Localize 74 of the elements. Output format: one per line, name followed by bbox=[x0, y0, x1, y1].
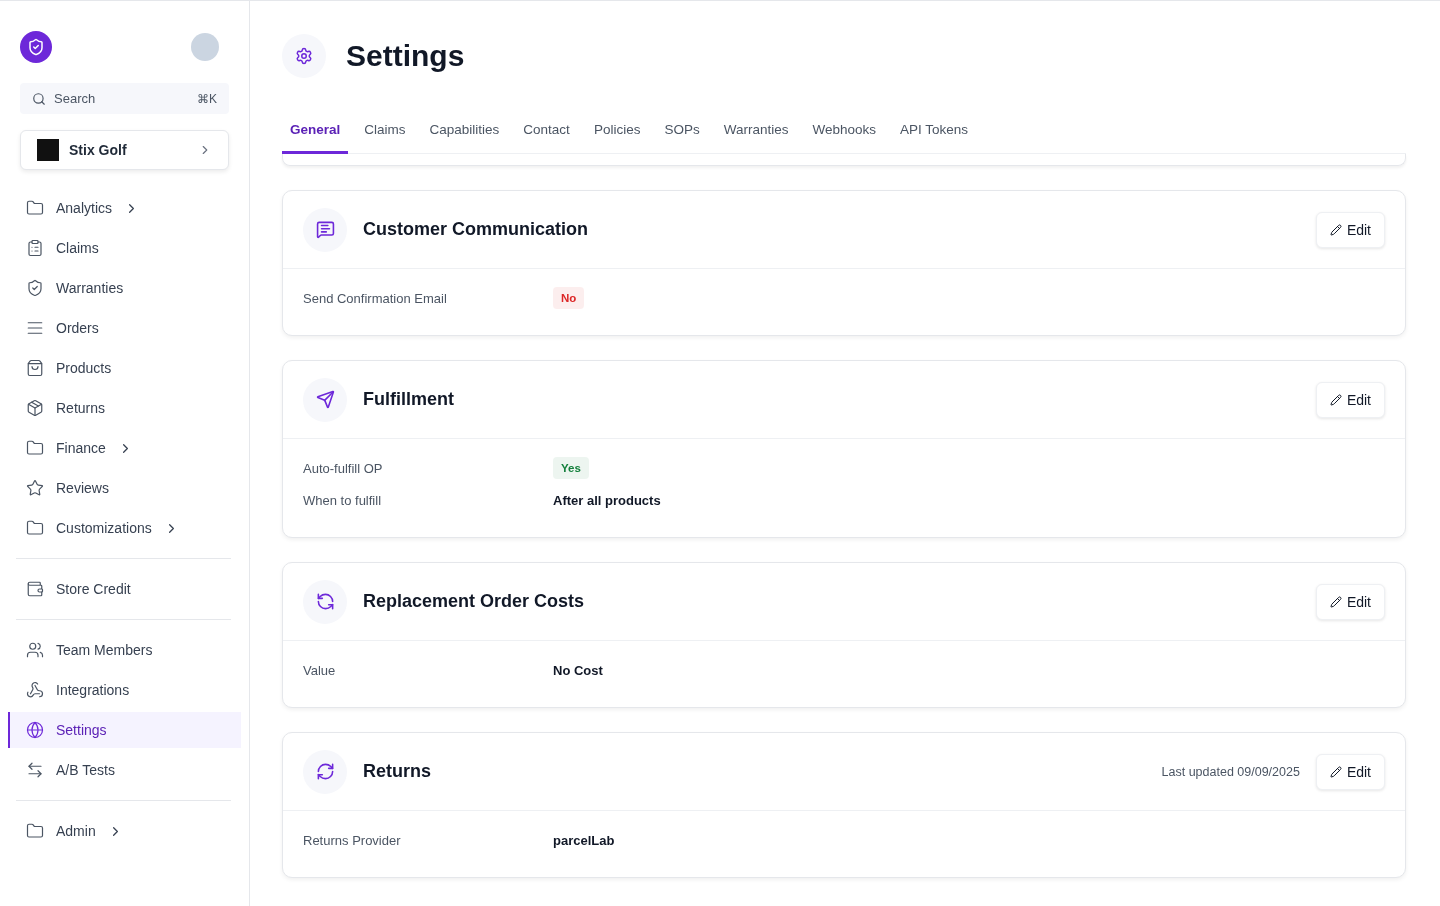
logo[interactable] bbox=[20, 31, 52, 63]
card-title: Fulfillment bbox=[363, 389, 454, 410]
pencil-icon bbox=[1329, 765, 1342, 778]
nav-item[interactable]: Orders bbox=[8, 310, 241, 346]
edit-button[interactable]: Edit bbox=[1315, 381, 1385, 418]
field-value: parcelLab bbox=[553, 832, 615, 848]
tab[interactable]: API Tokens bbox=[892, 110, 977, 154]
nav-item[interactable]: Reviews bbox=[8, 470, 241, 506]
tab[interactable]: Capabilities bbox=[421, 110, 508, 154]
nav-icon bbox=[26, 580, 44, 598]
field-label: Value bbox=[303, 662, 337, 678]
page-title: Settings bbox=[346, 39, 465, 73]
nav-icon bbox=[26, 479, 44, 497]
nav-item[interactable]: Products bbox=[8, 350, 241, 386]
edit-button[interactable]: Edit bbox=[1315, 583, 1385, 620]
tab[interactable]: SOPs bbox=[656, 110, 708, 154]
nav-item[interactable]: Analytics bbox=[8, 190, 241, 226]
nav-item[interactable]: Store Credit bbox=[8, 571, 241, 607]
field-label: Send Confirmation Email bbox=[303, 290, 448, 306]
nav-icon bbox=[26, 279, 44, 297]
nav-icon bbox=[26, 761, 44, 779]
nav-icon bbox=[26, 239, 44, 257]
nav-icon bbox=[26, 641, 44, 659]
field-label: Returns Provider bbox=[303, 832, 402, 848]
card-icon bbox=[315, 390, 335, 409]
field-value: After all products bbox=[553, 492, 661, 508]
field-label: Auto-fulfill OP bbox=[303, 460, 384, 476]
nav-icon bbox=[26, 681, 44, 699]
nav-icon bbox=[26, 399, 44, 417]
edit-button[interactable]: Edit bbox=[1315, 211, 1385, 248]
tab[interactable]: General bbox=[282, 110, 349, 154]
store-selector[interactable]: Stix Golf bbox=[20, 130, 229, 170]
pencil-icon bbox=[1329, 223, 1342, 236]
tab[interactable]: Contact bbox=[515, 110, 578, 154]
nav-item[interactable]: Claims bbox=[8, 230, 241, 266]
pencil-icon bbox=[1329, 393, 1342, 406]
store-logo bbox=[37, 139, 59, 161]
card-title: Replacement Order Costs bbox=[363, 591, 585, 612]
shield-check-icon bbox=[27, 38, 45, 56]
nav-icon bbox=[26, 822, 44, 840]
status-badge: Yes bbox=[553, 457, 589, 479]
nav-item[interactable]: Team Members bbox=[8, 632, 241, 668]
search-icon bbox=[32, 91, 46, 106]
nav-icon bbox=[26, 439, 44, 457]
nav-item[interactable]: Admin bbox=[8, 813, 241, 849]
nav-icon bbox=[26, 359, 44, 377]
tab[interactable]: Claims bbox=[356, 110, 414, 154]
nav-item[interactable]: A/B Tests bbox=[8, 752, 241, 788]
card-icon bbox=[315, 220, 335, 239]
nav-icon bbox=[26, 721, 44, 739]
nav-icon bbox=[26, 319, 44, 337]
gear-icon bbox=[295, 47, 313, 65]
tab[interactable]: Warranties bbox=[715, 110, 797, 154]
status-badge: No bbox=[553, 287, 585, 309]
search-field[interactable]: Search ⌘K bbox=[20, 83, 229, 114]
nav-item[interactable]: Settings bbox=[8, 712, 241, 748]
nav-item[interactable]: Customizations bbox=[8, 510, 241, 546]
pencil-icon bbox=[1329, 595, 1342, 608]
last-updated: Last updated 09/09/2025 bbox=[1161, 764, 1300, 779]
card-icon bbox=[315, 592, 335, 611]
nav-item[interactable]: Returns bbox=[8, 390, 241, 426]
card-icon bbox=[315, 762, 335, 781]
nav-item[interactable]: Warranties bbox=[8, 270, 241, 306]
nav-item[interactable]: Integrations bbox=[8, 672, 241, 708]
card-title: Returns bbox=[363, 761, 431, 782]
tab[interactable]: Webhooks bbox=[804, 110, 884, 154]
nav-item[interactable]: Finance bbox=[8, 430, 241, 466]
nav-icon bbox=[26, 199, 44, 217]
nav-icon bbox=[26, 519, 44, 537]
edit-button[interactable]: Edit bbox=[1315, 753, 1385, 790]
tab[interactable]: Policies bbox=[585, 110, 649, 154]
field-label: When to fulfill bbox=[303, 492, 383, 508]
card-title: Customer Communication bbox=[363, 219, 589, 240]
field-value: No Cost bbox=[553, 662, 603, 678]
